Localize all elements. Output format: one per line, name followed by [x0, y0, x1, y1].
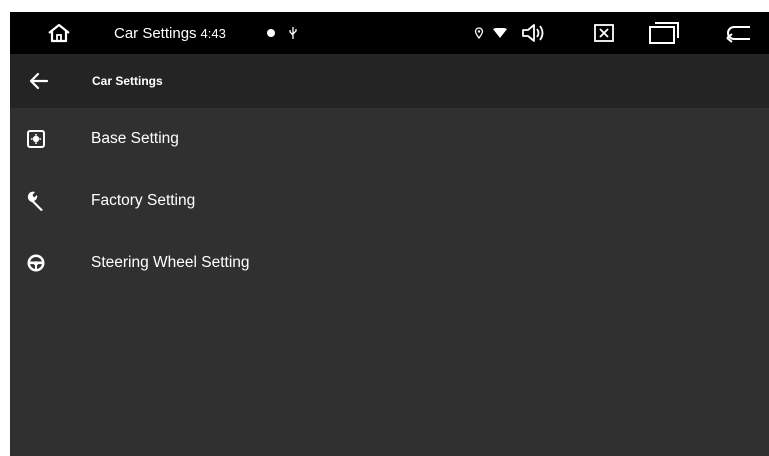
status-bar: Car Settings 4:43: [10, 12, 769, 54]
list-item-label: Factory Setting: [91, 192, 196, 209]
page-title: Car Settings: [92, 74, 163, 88]
recent-apps-icon[interactable]: [644, 12, 684, 54]
list-item-steering-wheel-setting[interactable]: Steering Wheel Setting: [10, 232, 769, 294]
app-bar: Car Settings: [10, 54, 769, 108]
list-item-factory-setting[interactable]: Factory Setting: [10, 170, 769, 232]
volume-icon[interactable]: [518, 12, 548, 54]
back-nav-icon[interactable]: [720, 12, 756, 54]
usb-icon: [286, 12, 300, 54]
steering-wheel-icon: [23, 250, 49, 276]
wifi-icon: [491, 12, 509, 54]
status-title: Car Settings 4:43: [114, 12, 226, 54]
status-app-title: Car Settings: [114, 24, 197, 42]
list-item-label: Base Setting: [91, 130, 179, 147]
arrow-left-icon: [29, 72, 49, 90]
close-app-icon[interactable]: [589, 12, 619, 54]
list-item-base-setting[interactable]: Base Setting: [10, 108, 769, 170]
list-item-label: Steering Wheel Setting: [91, 254, 250, 271]
status-time: 4:43: [200, 25, 226, 41]
location-icon: [472, 12, 486, 54]
settings-list: Base Setting Factory Setting Steering Wh…: [10, 108, 769, 294]
base-setting-icon: [23, 126, 49, 152]
wrench-icon: [23, 188, 49, 214]
screen: Car Settings 4:43 Car Settings Base Sett…: [10, 12, 769, 456]
notification-dot-icon: [264, 12, 278, 54]
back-button[interactable]: [24, 66, 54, 96]
home-icon[interactable]: [42, 12, 76, 54]
